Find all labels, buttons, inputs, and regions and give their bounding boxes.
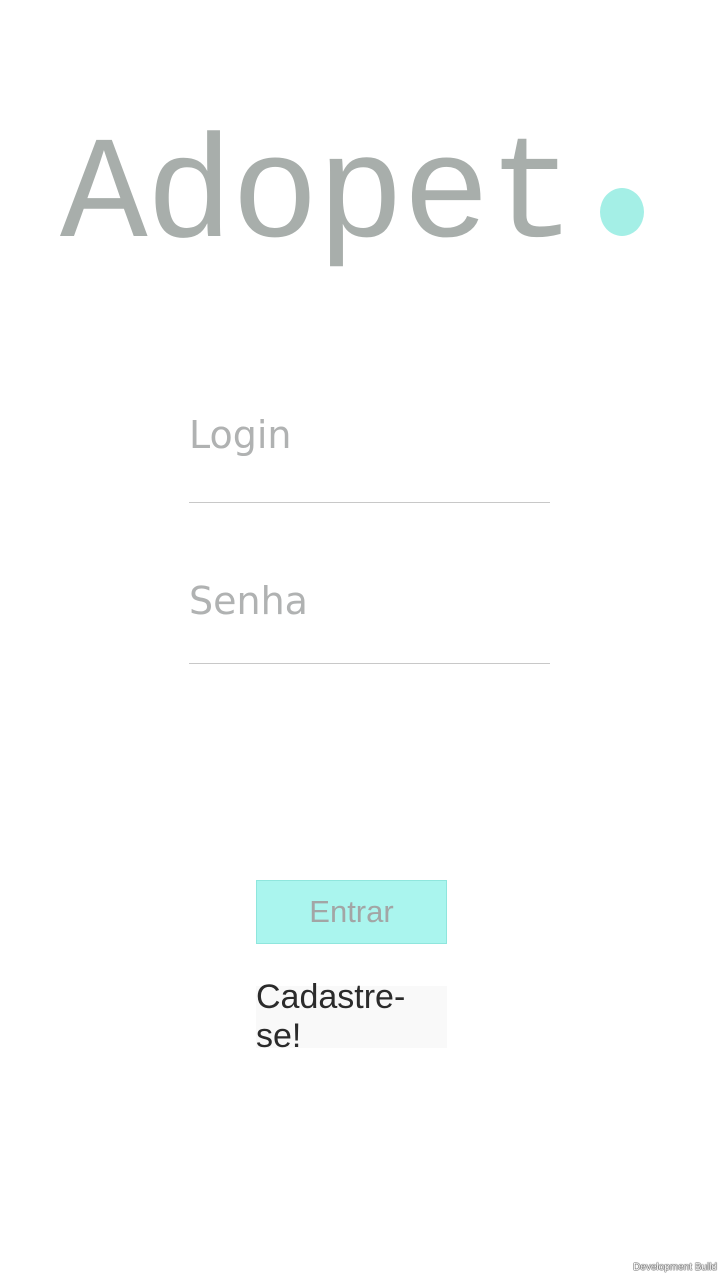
enter-button[interactable]: Entrar <box>256 880 447 944</box>
login-field <box>189 404 550 503</box>
app-logo: Adopet <box>60 122 660 272</box>
password-input[interactable] <box>189 574 550 628</box>
development-build-label: Development Build <box>633 1262 717 1273</box>
login-input[interactable] <box>189 408 550 462</box>
password-field <box>189 570 550 664</box>
signup-button[interactable]: Cadastre-se! <box>256 978 447 1055</box>
logo-dot <box>600 188 644 236</box>
logo-text: Adopet <box>60 114 576 280</box>
login-screen: Adopet Entrar Cadastre-se! Development B… <box>0 0 720 1280</box>
